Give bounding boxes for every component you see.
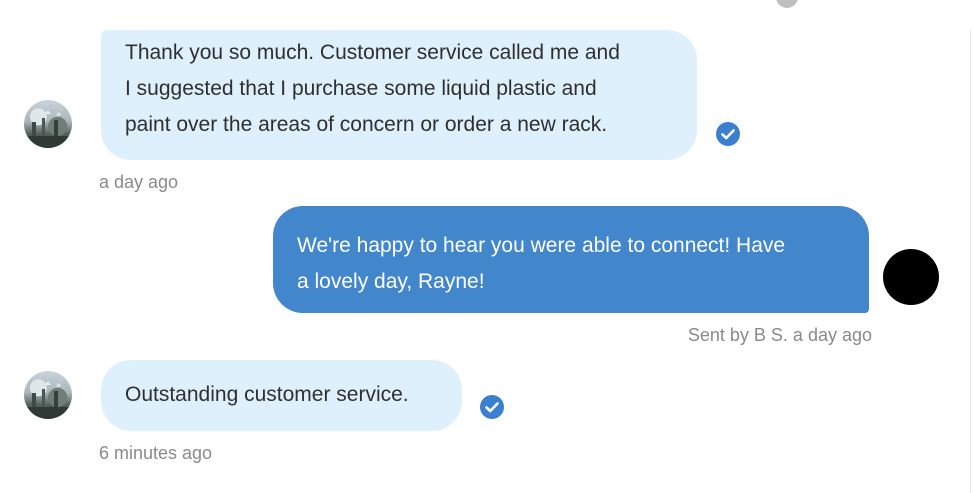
partial-icon: [776, 0, 798, 8]
message-text-line: Outstanding customer service.: [125, 383, 409, 406]
message-text-line: Thank you so much. Customer service call…: [125, 41, 620, 64]
message-timestamp: 6 minutes ago: [99, 443, 213, 463]
check-circle-icon: [480, 395, 504, 419]
message-bubble: Thank you so much. Customer service call…: [101, 30, 697, 160]
message-text-line: We're happy to hear you were able to con…: [297, 234, 786, 257]
conversation-thread: Thank you so much. Customer service call…: [0, 0, 974, 493]
message-text-line: paint over the areas of concern or order…: [125, 113, 608, 136]
message-bubble: Outstanding customer service.: [101, 360, 462, 431]
agent-avatar: [883, 249, 939, 305]
message-text-line: a lovely day, Rayne!: [297, 270, 485, 293]
message-bubble: We're happy to hear you were able to con…: [273, 206, 869, 313]
customer-avatar: [24, 100, 72, 148]
message-text-line: I suggested that I purchase some liquid …: [125, 77, 597, 100]
sent-by-meta: Sent by B S. a day ago: [687, 325, 872, 345]
check-circle-icon: [716, 122, 740, 146]
customer-avatar: [24, 371, 72, 419]
message-timestamp: a day ago: [99, 172, 179, 192]
panel-divider: [970, 30, 971, 493]
